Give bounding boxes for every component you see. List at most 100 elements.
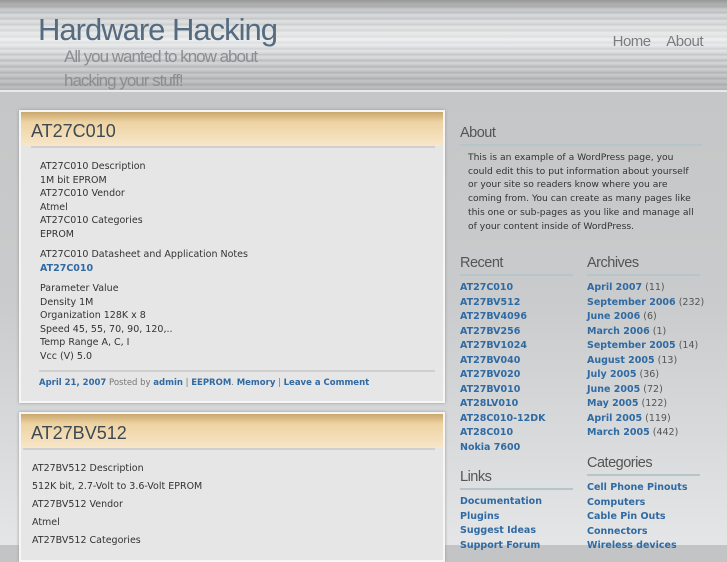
post-count: (11) <box>645 282 665 293</box>
description-line: AT27C010 Vendor <box>40 188 125 199</box>
description-line: AT27C010 Description <box>40 161 146 172</box>
list-item: Cable Pin Outs <box>587 510 700 525</box>
list-item: Support Forum <box>460 539 573 554</box>
list-item: Suggest Ideas <box>460 524 573 539</box>
datasheet-label: AT27C010 Datasheet and Application Notes <box>40 249 248 260</box>
nav-about[interactable]: About <box>666 33 703 50</box>
blogroll-link[interactable]: Documentation <box>460 496 542 507</box>
list-item: Connectors <box>587 525 700 540</box>
author-link[interactable]: admin <box>153 378 183 388</box>
list-item: May 2005 (122) <box>587 397 700 412</box>
list-item: AT27BV010 <box>460 383 573 398</box>
recent-post-link[interactable]: AT27BV040 <box>460 355 520 366</box>
list-item: AT27BV1024 <box>460 339 573 354</box>
archive-link[interactable]: May 2005 <box>587 398 639 409</box>
list-item: March 2006 (1) <box>587 325 700 340</box>
archive-link[interactable]: August 2005 <box>587 355 655 366</box>
recent-post-link[interactable]: AT28C010 <box>460 427 513 438</box>
post-date-link[interactable]: April 21, 2007 <box>39 378 106 388</box>
list-item: March 2005 (442) <box>587 426 700 441</box>
separator: | <box>185 378 189 388</box>
list-item: AT27BV512 <box>460 296 573 311</box>
archive-link[interactable]: July 2005 <box>587 369 637 380</box>
list-item: AT27C010 <box>460 281 573 296</box>
list-item: Cell Phone Pinouts <box>587 481 700 496</box>
description-line: AT27BV512 Description <box>32 463 144 474</box>
recent-post-link[interactable]: AT27BV256 <box>460 326 520 337</box>
post-count: (232) <box>678 296 705 308</box>
list-item: Nokia 7600 <box>460 441 573 456</box>
description-line: 1M bit EPROM <box>40 174 107 186</box>
category-link[interactable]: Wireless devices <box>587 540 677 551</box>
datasheet-link[interactable]: AT27C010 <box>40 263 93 274</box>
post-meta: April 21, 2007 Posted by admin | EEPROM.… <box>39 370 435 401</box>
post-title[interactable]: AT27BV512 <box>21 414 443 448</box>
main-nav: Home About <box>601 33 704 50</box>
about-text: This is an example of a WordPress page, … <box>468 152 694 232</box>
recent-post-link[interactable]: AT28LV010 <box>460 398 518 409</box>
recent-post-link[interactable]: AT27BV1024 <box>460 340 527 351</box>
post-count: (14) <box>678 340 699 351</box>
recent-post-link[interactable]: AT27BV4096 <box>460 311 527 322</box>
blogroll-link[interactable]: Support Forum <box>460 540 540 551</box>
archive-link[interactable]: June 2005 <box>587 384 640 395</box>
list-item: AT28C010-12DK <box>460 412 573 427</box>
recent-post-link[interactable]: AT28C010-12DK <box>460 413 546 424</box>
recent-post-link[interactable]: AT27C010 <box>460 282 513 293</box>
archive-link[interactable]: April 2005 <box>587 413 642 424</box>
list-item: AT27BV256 <box>460 325 573 340</box>
blogroll-link[interactable]: Suggest Ideas <box>460 525 536 536</box>
list-item: AT28C010 <box>460 426 573 441</box>
archive-link[interactable]: April 2007 <box>587 282 642 293</box>
recent-post-link[interactable]: Nokia 7600 <box>460 442 520 453</box>
description-line: AT27C010 Categories <box>40 215 143 226</box>
posted-by-label: Posted by <box>109 378 151 388</box>
archive-link[interactable]: March 2005 <box>587 427 650 438</box>
description-line: Atmel <box>32 517 60 528</box>
category-link[interactable]: Cable Pin Outs <box>587 511 666 522</box>
recent-post-link[interactable]: AT27BV020 <box>460 369 520 380</box>
category-link[interactable]: Computers <box>587 497 645 508</box>
category-link-memory[interactable]: Memory <box>237 378 276 388</box>
post-count: (36) <box>639 369 660 380</box>
description-line: 512K bit, 2.7-Volt to 3.6-Volt EPROM <box>32 481 203 492</box>
recent-post-link[interactable]: AT27BV512 <box>460 297 520 308</box>
description-line: AT27BV512 Vendor <box>32 499 123 510</box>
archive-link[interactable]: June 2006 <box>587 311 640 322</box>
category-link[interactable]: Cell Phone Pinouts <box>587 482 687 493</box>
parameter-line: Density 1M <box>40 296 94 308</box>
parameter-line: Organization 128K x 8 <box>40 310 146 321</box>
parameter-line: Temp Range A, C, I <box>40 337 130 348</box>
list-item: Documentation <box>460 495 573 510</box>
archive-link[interactable]: September 2006 <box>587 297 676 308</box>
categories-heading: Categories <box>587 455 700 476</box>
post-title[interactable]: AT27C010 <box>21 112 443 146</box>
archive-link[interactable]: March 2006 <box>587 326 650 337</box>
about-widget: About This is an example of a WordPress … <box>460 125 702 233</box>
parameter-line: Parameter Value <box>40 283 119 294</box>
recent-post-link[interactable]: AT27BV010 <box>460 384 520 395</box>
separator: | <box>278 378 281 388</box>
list-item: September 2005 (14) <box>587 339 700 354</box>
parameter-line: Vcc (V) 5.0 <box>40 350 93 362</box>
post-count: (6) <box>643 311 657 322</box>
list-item: April 2005 (119) <box>587 412 700 427</box>
list-item: AT27BV4096 <box>460 310 573 325</box>
description-line: Atmel <box>40 201 68 213</box>
leave-comment-link[interactable]: Leave a Comment <box>284 378 370 388</box>
parameter-line: Speed 45, 55, 70, 90, 120,.. <box>40 323 173 335</box>
about-heading: About <box>460 125 702 146</box>
site-title[interactable]: Hardware Hacking <box>38 12 278 48</box>
archive-link[interactable]: September 2005 <box>587 340 676 351</box>
post-body: AT27BV512 Description 512K bit, 2.7-Volt … <box>23 448 435 550</box>
list-item: August 2005 (13) <box>587 354 700 369</box>
description-line: AT27BV512 Categories <box>32 535 141 546</box>
post: AT27BV512 AT27BV512 Description 512K bit,… <box>19 412 445 562</box>
blogroll-link[interactable]: Plugins <box>460 511 499 522</box>
category-link-eeprom[interactable]: EEPROM <box>191 378 231 388</box>
categories-widget: Categories Cell Phone Pinouts Computers Ca… <box>587 455 700 554</box>
category-link[interactable]: Connectors <box>587 526 648 537</box>
links-widget: Links Documentation Plugins Suggest Ideas S… <box>460 469 573 553</box>
post-count: (13) <box>657 354 678 366</box>
nav-home[interactable]: Home <box>613 33 652 50</box>
